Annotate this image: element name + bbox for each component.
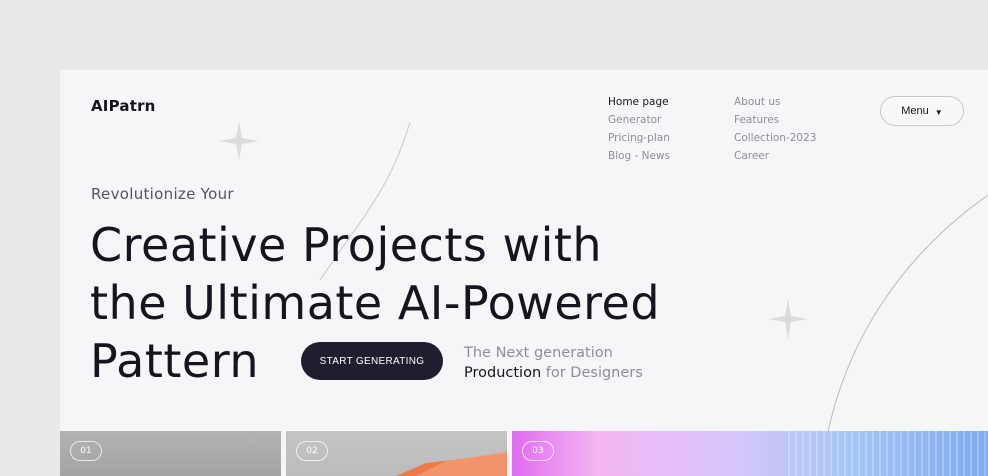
brand-logo[interactable]: AIPatrn [91,97,156,115]
tile-number: 02 [296,441,328,461]
pattern-tile[interactable]: 01 [60,431,281,476]
menu-button[interactable]: Menu ▼ [880,96,964,126]
nav-link-career[interactable]: Career [734,149,816,164]
nav-link-about[interactable]: About us [734,95,816,110]
hero-frame: AIPatrn Home page Generator Pricing-plan… [60,70,988,476]
tagline-line-1: The Next generation [464,345,613,361]
pattern-tiles: 01 02 03 [60,431,988,476]
nav-link-blog[interactable]: Blog - News [608,149,670,164]
headline-line-2: the Ultimate AI-Powered [90,276,661,330]
hero-tagline: The Next generation Production for Desig… [464,343,643,383]
nav-link-collection[interactable]: Collection-2023 [734,131,816,146]
caret-down-icon: ▼ [934,107,943,117]
headline-line-1: Creative Projects with [90,218,603,272]
tile-number: 03 [522,441,554,461]
nav-link-pricing[interactable]: Pricing-plan [608,131,670,146]
sparkle-icon [219,121,259,161]
tile-stripes [788,431,988,476]
tagline-strong: Production [464,365,542,381]
nav-column-primary: Home page Generator Pricing-plan Blog - … [608,95,670,164]
hero-subtitle: Revolutionize Your [91,185,234,203]
tagline-rest: for Designers [541,365,643,381]
nav-link-home[interactable]: Home page [608,95,670,110]
start-generating-button[interactable]: START GENERATING [301,342,443,380]
tile-number: 01 [70,441,102,461]
pattern-tile[interactable]: 02 [286,431,507,476]
sparkle-icon [768,299,808,339]
tagline-line-2: Production for Designers [464,363,643,383]
nav-link-features[interactable]: Features [734,113,816,128]
nav-link-generator[interactable]: Generator [608,113,670,128]
nav-column-secondary: About us Features Collection-2023 Career [734,95,816,164]
menu-button-label: Menu [901,105,929,117]
pattern-tile[interactable]: 03 [512,431,988,476]
